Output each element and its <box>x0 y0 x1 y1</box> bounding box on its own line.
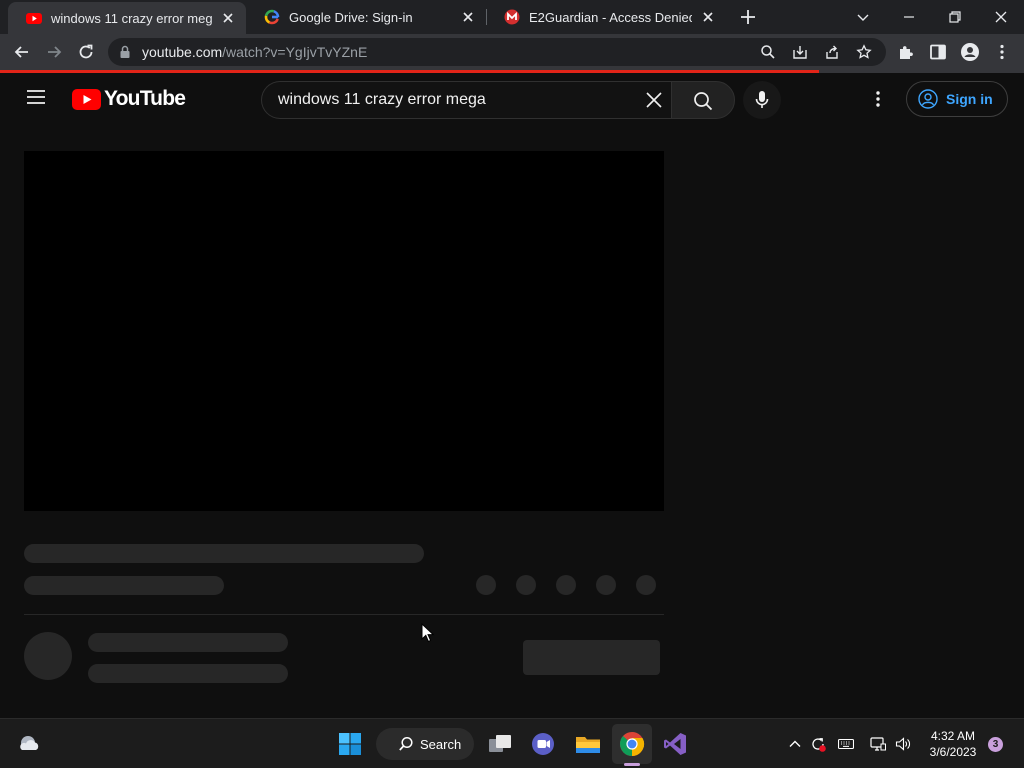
close-tab-icon[interactable] <box>460 9 476 25</box>
content-divider <box>24 614 664 615</box>
channel-subs-skeleton <box>88 664 288 683</box>
channel-name-skeleton <box>88 633 288 652</box>
search-icon <box>694 92 713 111</box>
tab-google-drive[interactable]: Google Drive: Sign-in <box>246 0 486 34</box>
action-skeleton <box>476 575 496 595</box>
youtube-header: YouTube windows 11 crazy error mega Sign… <box>0 73 1024 125</box>
youtube-logo[interactable]: YouTube <box>72 87 186 111</box>
search-button[interactable] <box>671 81 735 119</box>
sign-in-label: Sign in <box>946 91 993 107</box>
minimize-icon[interactable] <box>898 6 920 28</box>
search-query: windows 11 crazy error mega <box>278 91 486 108</box>
mouse-cursor-icon <box>421 623 435 643</box>
windows-taskbar: Search 4:32 AM 3/6/2023 3 <box>0 718 1024 768</box>
network-monitor-icon[interactable] <box>870 736 886 752</box>
account-icon <box>918 89 938 109</box>
reload-icon[interactable] <box>76 42 96 62</box>
youtube-favicon-icon <box>26 13 42 24</box>
chrome-running-indicator <box>624 763 640 766</box>
youtube-logo-text: YouTube <box>104 87 186 110</box>
youtube-play-logo-icon <box>72 88 101 110</box>
url-path: /watch?v=YgIjvTvYZnE <box>222 44 368 60</box>
bookmark-star-icon[interactable] <box>856 44 872 60</box>
close-window-icon[interactable] <box>990 6 1012 28</box>
guide-menu-icon[interactable] <box>26 89 46 105</box>
forward-arrow-icon[interactable] <box>44 42 64 62</box>
search-input[interactable]: windows 11 crazy error mega <box>261 81 671 119</box>
file-explorer-icon[interactable] <box>575 731 601 757</box>
microphone-icon <box>755 91 769 108</box>
task-view-icon[interactable] <box>487 731 513 757</box>
metadata-skeleton <box>24 576 224 595</box>
settings-kebab-icon[interactable] <box>868 89 888 109</box>
action-skeleton <box>636 575 656 595</box>
windows-start-icon[interactable] <box>337 731 363 757</box>
zoom-search-icon[interactable] <box>760 44 776 60</box>
sign-in-button[interactable]: Sign in <box>906 81 1008 117</box>
volume-icon[interactable] <box>895 736 911 752</box>
url-host: youtube.com <box>142 44 223 60</box>
keyboard-icon[interactable] <box>838 736 854 752</box>
back-arrow-icon[interactable] <box>12 42 32 62</box>
address-bar[interactable]: youtube.com/watch?v=YgIjvTvYZnE <box>108 38 886 66</box>
taskbar-search-button[interactable]: Search <box>376 728 474 760</box>
restore-icon[interactable] <box>944 6 966 28</box>
chrome-menu-icon[interactable] <box>992 42 1012 62</box>
tab-e2guardian[interactable]: E2Guardian - Access Denied <box>486 0 726 34</box>
channel-avatar-skeleton <box>24 632 72 680</box>
chrome-icon[interactable] <box>619 731 645 757</box>
tab-title: E2Guardian - Access Denied <box>529 9 692 25</box>
lock-icon[interactable] <box>118 45 132 59</box>
e2guardian-favicon-icon <box>504 9 520 25</box>
browser-toolbar: youtube.com/watch?v=YgIjvTvYZnE <box>0 34 1024 70</box>
clock-date: 3/6/2023 <box>929 745 977 759</box>
action-skeleton <box>516 575 536 595</box>
tab-search-chevron-icon[interactable] <box>852 6 874 28</box>
action-skeleton <box>596 575 616 595</box>
share-icon[interactable] <box>824 44 840 60</box>
notification-badge[interactable]: 3 <box>988 737 1003 752</box>
visual-studio-icon[interactable] <box>662 731 688 757</box>
tab-title: windows 11 crazy error mega - YouTube <box>51 10 212 26</box>
close-tab-icon[interactable] <box>700 9 716 25</box>
search-icon <box>399 736 413 751</box>
system-clock[interactable]: 4:32 AM 3/6/2023 <box>922 728 984 760</box>
side-panel-icon[interactable] <box>928 42 948 62</box>
clear-search-icon[interactable] <box>645 91 663 109</box>
action-skeleton <box>556 575 576 595</box>
teams-chat-icon[interactable] <box>530 731 556 757</box>
profile-icon[interactable] <box>960 42 980 62</box>
weather-cloud-icon[interactable] <box>16 731 42 757</box>
tab-youtube[interactable]: windows 11 crazy error mega - YouTube <box>8 2 246 34</box>
extensions-puzzle-icon[interactable] <box>896 42 916 62</box>
google-favicon-icon <box>264 9 280 25</box>
clock-time: 4:32 AM <box>930 729 976 743</box>
tab-title: Google Drive: Sign-in <box>289 9 413 25</box>
title-skeleton <box>24 544 424 563</box>
video-player[interactable] <box>24 151 664 511</box>
voice-search-button[interactable] <box>743 81 781 119</box>
close-tab-icon[interactable] <box>220 10 236 26</box>
browser-tab-strip: windows 11 crazy error mega - YouTube Go… <box>0 0 1024 34</box>
show-hidden-icons-chevron-icon[interactable] <box>787 736 803 752</box>
subscribe-button-skeleton <box>523 640 660 675</box>
taskbar-search-label: Search <box>420 736 462 752</box>
new-tab-icon[interactable] <box>738 7 758 27</box>
sync-alert-icon[interactable] <box>810 736 826 752</box>
install-app-icon[interactable] <box>792 44 808 60</box>
